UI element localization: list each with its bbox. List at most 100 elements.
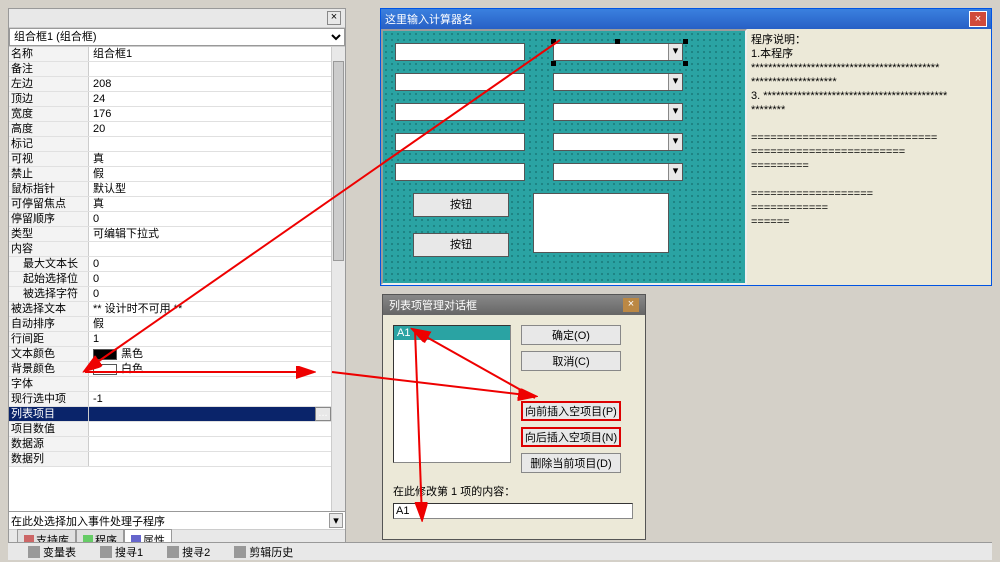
property-value[interactable]: 假 (89, 167, 345, 181)
property-value[interactable]: -1 (89, 392, 345, 406)
text-input[interactable] (395, 163, 525, 181)
property-value[interactable]: ** 设计时不可用 ** (89, 302, 345, 316)
insert-before-button[interactable]: 向前插入空项目(P) (521, 401, 621, 421)
window-titlebar[interactable]: 这里输入计算器名 × (381, 9, 991, 29)
combo-box[interactable]: ▾ (553, 73, 683, 91)
property-row[interactable]: 类型可编辑下拉式 (9, 227, 345, 242)
property-value[interactable]: 1 (89, 332, 345, 346)
text-input[interactable] (395, 73, 525, 91)
property-row[interactable]: 左边208 (9, 77, 345, 92)
property-value[interactable]: 默认型 (89, 182, 345, 196)
list-item[interactable]: A1 (394, 326, 510, 340)
scrollbar[interactable] (331, 47, 345, 511)
property-row[interactable]: 可停留焦点真 (9, 197, 345, 212)
property-row[interactable]: 顶边24 (9, 92, 345, 107)
property-value[interactable]: 真 (89, 197, 345, 211)
property-value[interactable]: 20 (89, 122, 345, 136)
property-value[interactable] (89, 137, 345, 151)
property-row[interactable]: 停留顺序0 (9, 212, 345, 227)
property-row[interactable]: 现行选中项-1 (9, 392, 345, 407)
property-value[interactable]: 白色 (89, 362, 345, 376)
toolbar-item[interactable]: 变量表 (28, 544, 76, 560)
property-value[interactable] (89, 377, 345, 391)
property-value[interactable]: 0 (89, 272, 345, 286)
ellipsis-button[interactable]: ... (315, 407, 331, 421)
property-row[interactable]: 备注 (9, 62, 345, 77)
chevron-down-icon[interactable]: ▾ (668, 74, 682, 90)
property-value[interactable]: 176 (89, 107, 345, 121)
dialog-titlebar[interactable]: 列表项管理对话框 × (383, 295, 645, 315)
property-row[interactable]: 可视真 (9, 152, 345, 167)
chevron-down-icon[interactable]: ▾ (668, 134, 682, 150)
property-value[interactable]: 0 (89, 212, 345, 226)
button[interactable]: 按钮 (413, 193, 509, 217)
property-value[interactable] (89, 242, 345, 256)
chevron-down-icon[interactable]: ▾ (668, 164, 682, 180)
property-row[interactable]: 文本颜色黑色 (9, 347, 345, 362)
property-row[interactable]: 行间距1 (9, 332, 345, 347)
combo-box-selected[interactable]: ▾ (553, 43, 683, 61)
property-row[interactable]: 字体 (9, 377, 345, 392)
property-row[interactable]: 标记 (9, 137, 345, 152)
property-value[interactable] (89, 437, 345, 451)
property-row[interactable]: 禁止假 (9, 167, 345, 182)
dropdown-icon[interactable]: ▾ (329, 513, 343, 528)
item-listbox[interactable]: A1 (393, 325, 511, 463)
toolbar-item[interactable]: 搜寻1 (100, 544, 143, 560)
toolbar-item[interactable]: 剪辑历史 (234, 544, 293, 560)
property-row[interactable]: 列表项目... (9, 407, 345, 422)
property-value[interactable] (89, 62, 345, 76)
property-value[interactable]: 0 (89, 257, 345, 271)
property-row[interactable]: 背景颜色白色 (9, 362, 345, 377)
scroll-thumb[interactable] (333, 61, 344, 261)
form-canvas[interactable]: ▾ ▾ ▾ ▾ ▾ 按钮 按钮 (381, 29, 747, 285)
selection-handle[interactable] (683, 39, 688, 44)
item-content-input[interactable] (393, 503, 633, 519)
text-input[interactable] (395, 133, 525, 151)
property-value[interactable]: 可编辑下拉式 (89, 227, 345, 241)
selection-handle[interactable] (683, 61, 688, 66)
property-value[interactable]: 黑色 (89, 347, 345, 361)
property-row[interactable]: 数据列 (9, 452, 345, 467)
panel-close-icon[interactable]: × (327, 11, 341, 25)
event-selector-row[interactable]: 在此处选择加入事件处理子程序 ▾ (9, 512, 345, 530)
object-selector[interactable]: 组合框1 (组合框) (9, 28, 345, 46)
property-row[interactable]: 宽度176 (9, 107, 345, 122)
property-row[interactable]: 项目数值 (9, 422, 345, 437)
property-value[interactable]: 208 (89, 77, 345, 91)
text-input[interactable] (395, 103, 525, 121)
property-value[interactable]: 组合框1 (89, 47, 345, 61)
property-row[interactable]: 起始选择位置0 (9, 272, 345, 287)
insert-after-button[interactable]: 向后插入空项目(N) (521, 427, 621, 447)
selection-handle[interactable] (551, 39, 556, 44)
property-value[interactable] (89, 422, 345, 436)
property-row[interactable]: 数据源 (9, 437, 345, 452)
property-value[interactable] (89, 452, 345, 466)
property-value[interactable]: ... (89, 407, 345, 421)
close-icon[interactable]: × (623, 298, 639, 312)
property-value[interactable]: 0 (89, 287, 345, 301)
property-row[interactable]: 名称组合框1 (9, 47, 345, 62)
property-row[interactable]: 内容 (9, 242, 345, 257)
property-row[interactable]: 高度20 (9, 122, 345, 137)
property-row[interactable]: 鼠标指针默认型 (9, 182, 345, 197)
button[interactable]: 按钮 (413, 233, 509, 257)
ok-button[interactable]: 确定(O) (521, 325, 621, 345)
text-input[interactable] (395, 43, 525, 61)
combo-box[interactable]: ▾ (553, 133, 683, 151)
property-row[interactable]: 最大文本长度0 (9, 257, 345, 272)
property-row[interactable]: 被选择字符数0 (9, 287, 345, 302)
chevron-down-icon[interactable]: ▾ (668, 44, 682, 60)
property-value[interactable]: 假 (89, 317, 345, 331)
property-row[interactable]: 自动排序假 (9, 317, 345, 332)
combo-box[interactable]: ▾ (553, 103, 683, 121)
toolbar-item[interactable]: 搜寻2 (167, 544, 210, 560)
close-icon[interactable]: × (969, 11, 987, 27)
property-value[interactable]: 24 (89, 92, 345, 106)
chevron-down-icon[interactable]: ▾ (668, 104, 682, 120)
text-area[interactable] (533, 193, 669, 253)
delete-button[interactable]: 删除当前项目(D) (521, 453, 621, 473)
combo-box[interactable]: ▾ (553, 163, 683, 181)
selection-handle[interactable] (551, 61, 556, 66)
property-row[interactable]: 被选择文本** 设计时不可用 ** (9, 302, 345, 317)
